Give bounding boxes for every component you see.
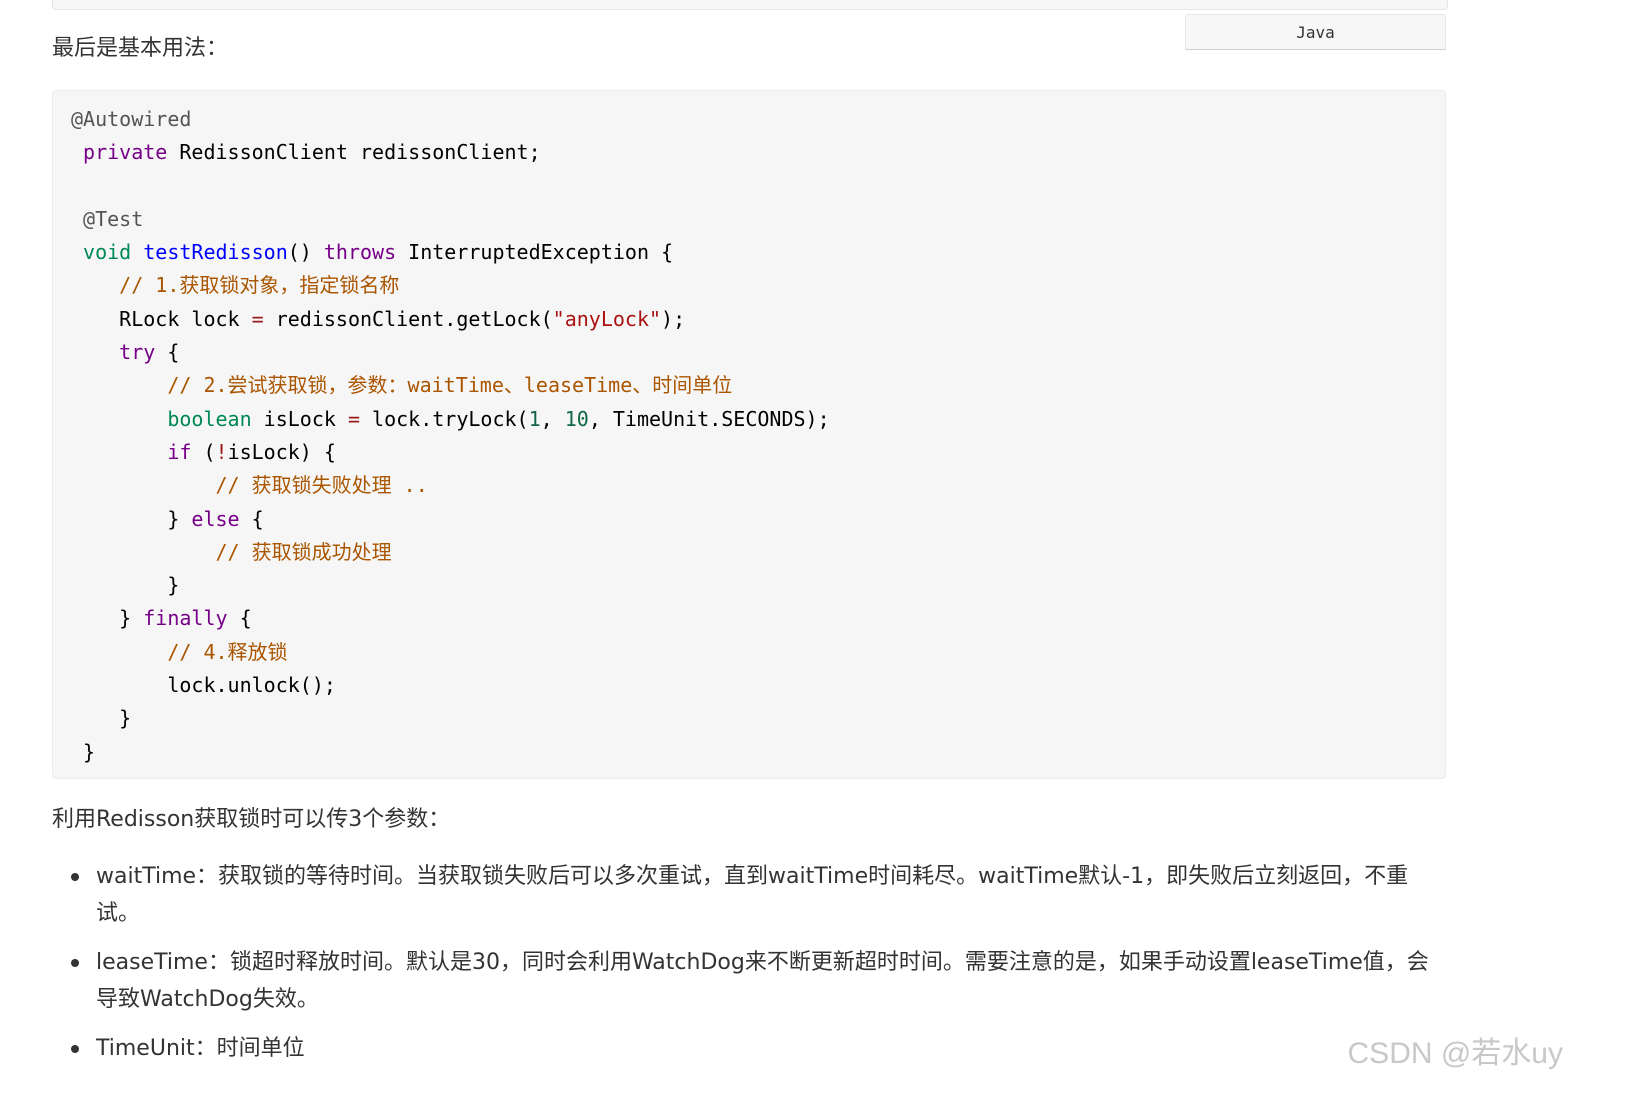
params-list: waitTime：获取锁的等待时间。当获取锁失败后可以多次重试，直到waitTi… <box>52 858 1442 1079</box>
watermark: CSDN @若水uy <box>1347 1037 1563 1070</box>
code-token: 1 <box>528 406 541 431</box>
code-language-label: Java <box>1296 22 1335 42</box>
code-token: , <box>540 406 565 431</box>
code-token: isLock <box>251 406 348 431</box>
code-line: @Test <box>71 203 830 236</box>
list-item: TimeUnit：时间单位 <box>52 1030 1442 1067</box>
code-token: // 1.获取锁对象，指定锁名称 <box>119 273 400 298</box>
code-token: throws <box>323 240 397 265</box>
code-line: // 4.释放锁 <box>71 636 830 669</box>
code-token: = <box>251 306 264 331</box>
code-token: ( <box>191 439 216 464</box>
code-token: redissonClient.getLock( <box>263 306 553 331</box>
bullet-dot-icon <box>71 959 79 967</box>
code-line: boolean isLock = lock.tryLock(1, 10, Tim… <box>71 403 830 436</box>
list-item: waitTime：获取锁的等待时间。当获取锁失败后可以多次重试，直到waitTi… <box>52 858 1442 932</box>
code-token: { <box>239 506 264 531</box>
previous-code-block <box>52 0 1448 10</box>
code-token: finally <box>143 606 228 631</box>
code-token: void <box>83 240 132 265</box>
intro-paragraph: 最后是基本用法： <box>52 36 229 61</box>
code-line: // 2.尝试获取锁，参数：waitTime、leaseTime、时间单位 <box>71 369 830 402</box>
code-line: @Autowired <box>71 103 830 136</box>
code-token: 10 <box>564 406 589 431</box>
code-token: boolean <box>167 406 252 431</box>
code-token: // 获取锁成功处理 <box>215 539 392 564</box>
code-line: } else { <box>71 503 830 536</box>
code-line: RLock lock = redissonClient.getLock("any… <box>71 303 830 336</box>
code-line: lock.unlock(); <box>71 669 830 702</box>
code-token: , TimeUnit.SECONDS); <box>588 406 830 431</box>
code-token: } <box>71 506 192 531</box>
code-token: } <box>71 606 144 631</box>
code-language-tab[interactable]: Java <box>1185 14 1446 50</box>
params-intro-paragraph: 利用Redisson获取锁时可以传3个参数： <box>52 807 451 832</box>
code-token: } <box>71 706 132 731</box>
code-token: ! <box>215 439 228 464</box>
code-token: // 2.尝试获取锁，参数：waitTime、leaseTime、时间单位 <box>167 373 733 398</box>
code-line: private RedissonClient redissonClient; <box>71 136 830 169</box>
code-token: } <box>71 573 180 598</box>
code-token: RedissonClient redissonClient; <box>167 140 541 165</box>
list-item: leaseTime：锁超时释放时间。默认是30，同时会利用WatchDog来不断… <box>52 944 1442 1018</box>
code-token: () <box>287 240 324 265</box>
code-token: isLock) { <box>227 439 336 464</box>
code-token: @Autowired <box>71 107 192 131</box>
code-token: lock.unlock(); <box>71 673 336 698</box>
code-token: = <box>347 406 360 431</box>
code-token: @Test <box>83 206 144 231</box>
code-line: } <box>71 736 830 769</box>
code-token: if <box>167 439 192 464</box>
code-token: testRedisson <box>143 240 288 265</box>
code-line: // 1.获取锁对象，指定锁名称 <box>71 269 830 302</box>
code-token: RLock lock <box>71 306 252 331</box>
code-line: try { <box>71 336 830 369</box>
code-line: } <box>71 702 830 735</box>
code-token: ); <box>661 306 686 331</box>
code-line: } <box>71 569 830 602</box>
code-token: { <box>227 606 252 631</box>
code-line: // 获取锁成功处理 <box>71 536 830 569</box>
code-token: lock.tryLock( <box>360 406 529 431</box>
code-token: // 4.释放锁 <box>167 639 288 664</box>
list-item-text: TimeUnit：时间单位 <box>96 1036 305 1061</box>
code-token: } <box>71 739 96 764</box>
code-block[interactable]: @Autowired private RedissonClient rediss… <box>52 90 1446 779</box>
bullet-dot-icon <box>71 1045 79 1053</box>
code-line: } finally { <box>71 602 830 635</box>
code-token: InterruptedException { <box>396 240 674 265</box>
list-item-text: waitTime：获取锁的等待时间。当获取锁失败后可以多次重试，直到waitTi… <box>96 864 1409 926</box>
code-line: if (!isLock) { <box>71 436 830 469</box>
code-token: private <box>83 140 168 165</box>
code-token: { <box>155 340 180 365</box>
code-token: else <box>191 506 240 531</box>
code-token: try <box>119 340 156 365</box>
code-line: void testRedisson() throws InterruptedEx… <box>71 236 830 269</box>
code-token: // 获取锁失败处理 .. <box>215 473 428 498</box>
code-content[interactable]: @Autowired private RedissonClient rediss… <box>71 103 830 769</box>
code-token: "anyLock" <box>552 306 662 331</box>
list-item-text: leaseTime：锁超时释放时间。默认是30，同时会利用WatchDog来不断… <box>96 950 1429 1012</box>
bullet-dot-icon <box>71 873 79 881</box>
code-line: // 获取锁失败处理 .. <box>71 469 830 502</box>
